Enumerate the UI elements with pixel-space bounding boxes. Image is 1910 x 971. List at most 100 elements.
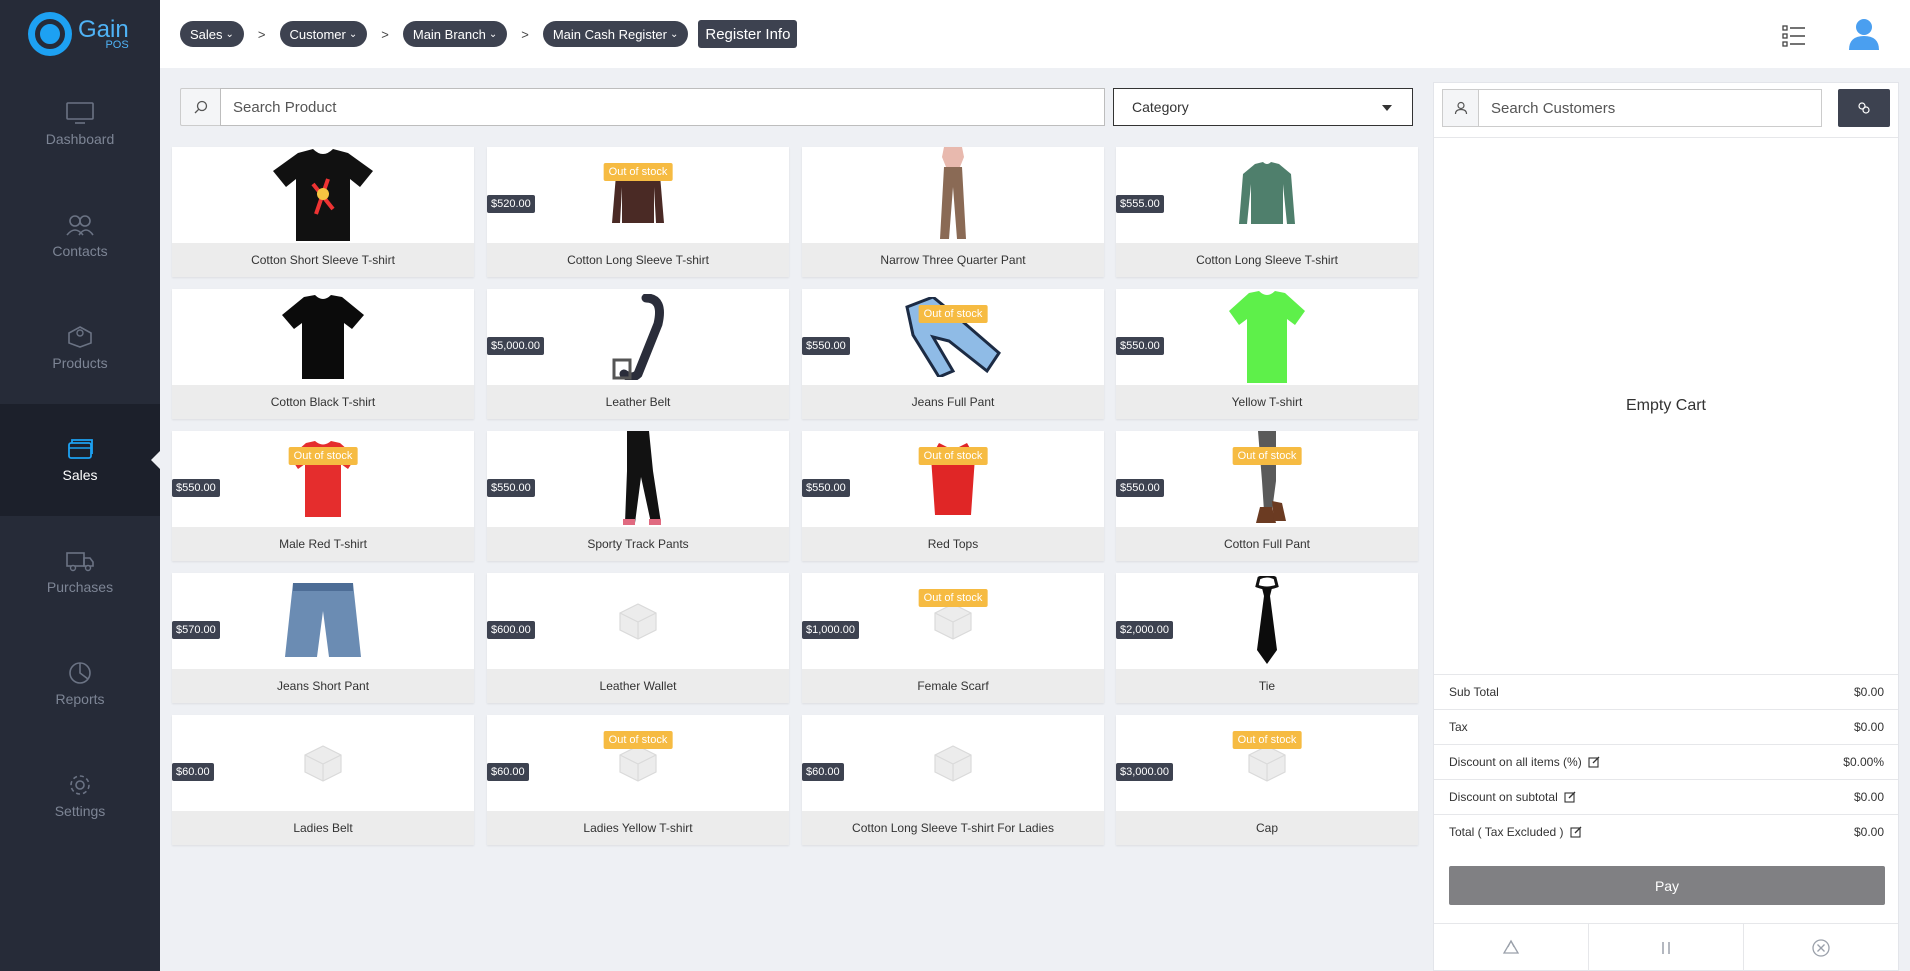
chevron-down-icon: ⌄	[348, 28, 358, 40]
totals-label: Discount on subtotal	[1449, 790, 1558, 804]
search-icon-box	[180, 88, 220, 126]
list-icon[interactable]	[1782, 25, 1806, 47]
sidebar-item-reports[interactable]: Reports	[0, 628, 160, 740]
product-card[interactable]: $1,000.00 Out of stock Female Scarf	[802, 573, 1104, 703]
out-of-stock-badge: Out of stock	[918, 447, 988, 465]
price-badge: $3,000.00	[1116, 763, 1173, 781]
product-card[interactable]: $600.00 Leather Wallet	[487, 573, 789, 703]
price-badge: $550.00	[1116, 337, 1164, 355]
product-card[interactable]: $555.00 Cotton Long Sleeve T-shirt	[1116, 147, 1418, 277]
price-badge: $5,000.00	[487, 337, 544, 355]
sidebar-item-sales[interactable]: Sales	[0, 404, 160, 516]
logo-icon	[28, 12, 72, 56]
totals-value: $0.00	[1853, 825, 1884, 839]
product-card[interactable]: $3,000.00 Out of stock Cap	[1116, 715, 1418, 845]
product-name: Jeans Short Pant	[172, 669, 474, 703]
product-card[interactable]: Cotton Short Sleeve T-shirt	[172, 147, 474, 277]
chevron-down-icon: ⌄	[488, 28, 498, 40]
cart-panel: Empty Cart Sub Total$0.00Tax$0.00Discoun…	[1433, 82, 1899, 971]
totals-label: Sub Total	[1449, 685, 1499, 699]
product-image	[487, 715, 789, 811]
product-name: Cotton Full Pant	[1116, 527, 1418, 561]
product-name: Narrow Three Quarter Pant	[802, 243, 1104, 277]
product-card[interactable]: $60.00 Ladies Belt	[172, 715, 474, 845]
totals-label: Discount on all items (%)	[1449, 755, 1582, 769]
sales-icon	[68, 439, 93, 459]
recycle-button[interactable]	[1434, 924, 1589, 971]
totals-row: Discount on all items (%) $0.00%	[1434, 744, 1898, 779]
price-badge: $60.00	[802, 763, 844, 781]
product-card[interactable]: $60.00 Out of stock Ladies Yellow T-shirt	[487, 715, 789, 845]
product-card[interactable]: $2,000.00 Tie	[1116, 573, 1418, 703]
sidebar-item-settings[interactable]: Settings	[0, 740, 160, 852]
product-name: Yellow T-shirt	[1116, 385, 1418, 419]
product-card[interactable]: $550.00 Out of stock Male Red T-shirt	[172, 431, 474, 561]
sidebar-item-purchases[interactable]: Purchases	[0, 516, 160, 628]
breadcrumb-separator: >	[381, 26, 389, 42]
product-card[interactable]: $550.00 Out of stock Jeans Full Pant	[802, 289, 1104, 419]
edit-icon[interactable]	[1569, 826, 1582, 838]
breadcrumb-customer[interactable]: Customer ⌄	[279, 21, 368, 47]
price-badge: $555.00	[1116, 195, 1164, 213]
logo[interactable]: Gain POS	[0, 0, 160, 68]
product-card[interactable]: $520.00 Out of stock Cotton Long Sleeve T-…	[487, 147, 789, 277]
totals-row: Tax $0.00	[1434, 709, 1898, 744]
totals-label-wrap: Discount on all items (%)	[1449, 755, 1600, 769]
totals-label: Tax	[1449, 720, 1468, 734]
pie-chart-icon	[69, 662, 91, 684]
out-of-stock-badge: Out of stock	[918, 305, 988, 323]
breadcrumb-cash-register[interactable]: Main Cash Register ⌄	[542, 21, 689, 47]
hold-button[interactable]	[1589, 924, 1744, 971]
top-bar: Sales ⌄ > Customer ⌄ > Main Branch ⌄ > Main…	[160, 0, 1910, 68]
product-name: Cotton Short Sleeve T-shirt	[172, 243, 474, 277]
breadcrumb-sales[interactable]: Sales ⌄	[180, 21, 244, 47]
register-info-button[interactable]: Register Info	[698, 20, 798, 48]
totals-value: $0.00	[1853, 790, 1884, 804]
monitor-icon	[66, 102, 94, 124]
cancel-button[interactable]	[1744, 924, 1898, 971]
sidebar-item-contacts[interactable]: Contacts	[0, 180, 160, 292]
chevron-down-icon: ⌄	[225, 28, 234, 40]
customer-search-input[interactable]	[1478, 89, 1822, 127]
product-card[interactable]: $5,000.00 Leather Belt	[487, 289, 789, 419]
price-badge: $600.00	[487, 621, 535, 639]
sidebar: Gain POS Dashboard Contacts Products Sal…	[0, 0, 160, 971]
sidebar-item-products[interactable]: Products	[0, 292, 160, 404]
user-avatar-icon[interactable]	[1846, 16, 1882, 52]
product-search-input[interactable]	[220, 88, 1105, 126]
edit-icon[interactable]	[1588, 756, 1600, 768]
breadcrumb-branch[interactable]: Main Branch ⌄	[402, 21, 508, 47]
add-customer-button[interactable]	[1838, 89, 1890, 127]
product-card[interactable]: $570.00 Jeans Short Pant	[172, 573, 474, 703]
price-badge: $550.00	[1116, 479, 1164, 497]
pay-button[interactable]: Pay	[1449, 866, 1885, 905]
product-card[interactable]: Cotton Black T-shirt	[172, 289, 474, 419]
breadcrumb-label: Sales	[190, 26, 223, 42]
out-of-stock-badge: Out of stock	[603, 731, 673, 749]
product-name: Red Tops	[802, 527, 1104, 561]
sidebar-item-dashboard[interactable]: Dashboard	[0, 68, 160, 180]
product-card[interactable]: $550.00 Yellow T-shirt	[1116, 289, 1418, 419]
chevron-down-icon: ⌄	[669, 28, 679, 40]
product-name: Sporty Track Pants	[487, 527, 789, 561]
product-card[interactable]: $550.00 Out of stock Red Tops	[802, 431, 1104, 561]
product-card[interactable]: $60.00 Cotton Long Sleeve T-shirt For Lad…	[802, 715, 1104, 845]
product-card[interactable]: Narrow Three Quarter Pant	[802, 147, 1104, 277]
breadcrumb-label: Main Cash Register	[552, 26, 667, 42]
price-badge: $550.00	[172, 479, 220, 497]
category-select[interactable]: Category	[1113, 88, 1413, 126]
product-name: Leather Wallet	[487, 669, 789, 703]
breadcrumb-label: Customer	[289, 26, 346, 42]
product-image	[172, 147, 474, 243]
product-card[interactable]: $550.00 Sporty Track Pants	[487, 431, 789, 561]
product-name: Male Red T-shirt	[172, 527, 474, 561]
price-badge: $550.00	[802, 337, 850, 355]
edit-icon[interactable]	[1564, 791, 1576, 803]
product-image	[172, 289, 474, 385]
product-card[interactable]: $550.00 Out of stock Cotton Full Pant	[1116, 431, 1418, 561]
products-icon	[68, 326, 92, 348]
product-image	[172, 715, 474, 811]
pause-icon	[1662, 941, 1670, 954]
totals-row: Discount on subtotal $0.00	[1434, 779, 1898, 814]
breadcrumb-label: Main Branch	[412, 26, 486, 42]
